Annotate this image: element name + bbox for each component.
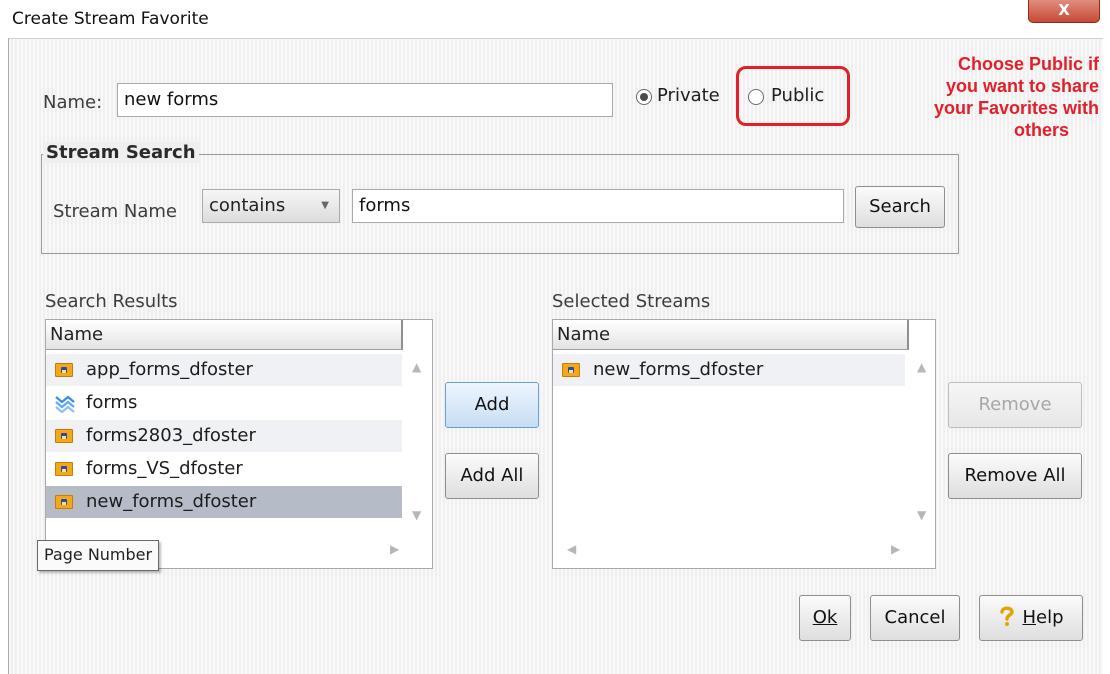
list-item-name: forms_VS_dfoster	[86, 458, 243, 479]
public-annotation: Choose Public if you want to share your …	[861, 53, 1099, 141]
operator-value: contains	[209, 195, 286, 216]
stream-search-input[interactable]: forms	[352, 189, 844, 223]
list-item[interactable]: app_forms_dfoster	[46, 354, 402, 386]
scroll-right-arrow[interactable]: ▶	[390, 542, 399, 556]
folder-user-icon	[55, 363, 73, 377]
list-item-name: app_forms_dfoster	[86, 359, 253, 380]
private-label[interactable]: Private	[657, 85, 720, 106]
list-item[interactable]: forms2803_dfoster	[46, 420, 402, 452]
selected-streams-label: Selected Streams	[552, 291, 711, 312]
folder-user-icon	[562, 363, 580, 377]
annotation-line: Choose Public if	[957, 54, 1099, 74]
ok-button[interactable]: Ok	[799, 595, 851, 641]
annotation-line: you want to share	[945, 76, 1099, 96]
list-item-selected[interactable]: new_forms_dfoster	[46, 486, 402, 518]
add-button[interactable]: Add	[445, 382, 539, 428]
folder-user-icon	[55, 495, 73, 509]
search-results-label: Search Results	[45, 291, 178, 312]
stream-search-title: Stream Search	[43, 142, 199, 163]
name-column-header[interactable]: Name	[46, 320, 403, 350]
list-item-name: new_forms_dfoster	[86, 491, 257, 512]
scroll-up-arrow[interactable]: ▲	[917, 360, 926, 374]
list-item[interactable]: forms	[46, 387, 402, 419]
question-mark-icon	[1000, 606, 1015, 626]
remove-button[interactable]: Remove	[948, 382, 1082, 428]
annotation-line: others	[1013, 120, 1069, 140]
list-item[interactable]: new_forms_dfoster	[553, 354, 905, 386]
ok-label: Ok	[812, 607, 838, 628]
list-item-name: forms2803_dfoster	[86, 425, 256, 446]
scroll-left-arrow[interactable]: ◀	[567, 542, 576, 556]
cancel-button[interactable]: Cancel	[870, 595, 960, 641]
page-number-tooltip: Page Number	[37, 540, 160, 571]
annotation-line: your Favorites with	[933, 98, 1099, 118]
private-radio[interactable]	[636, 89, 652, 105]
help-mnemonic: H	[1022, 607, 1037, 628]
scroll-down-arrow[interactable]: ▼	[412, 508, 421, 522]
help-button[interactable]: Help	[979, 595, 1083, 641]
operator-dropdown[interactable]: contains ▼	[202, 189, 340, 223]
public-highlight-box	[736, 66, 850, 126]
list-item-name: forms	[86, 392, 138, 413]
folder-user-icon	[55, 429, 73, 443]
stream-icon	[55, 395, 75, 413]
dialog-body: Name: new forms Private Public Choose Pu…	[8, 38, 1103, 674]
chevron-down-icon: ▼	[321, 200, 329, 211]
search-results-list[interactable]: Name app_forms_dfoster forms forms2803_d…	[45, 319, 433, 569]
list-item[interactable]: forms_VS_dfoster	[46, 453, 402, 485]
name-label: Name:	[43, 92, 103, 113]
selected-streams-list[interactable]: Name new_forms_dfoster ▲ ▼ ◀ ▶	[552, 319, 936, 569]
list-item-name: new_forms_dfoster	[593, 359, 764, 380]
close-button[interactable]: X	[1028, 0, 1100, 23]
add-all-button[interactable]: Add All	[445, 453, 539, 499]
help-label-rest: elp	[1036, 607, 1064, 628]
remove-all-button[interactable]: Remove All	[948, 453, 1082, 499]
window-title: Create Stream Favorite	[12, 9, 209, 29]
search-button[interactable]: Search	[855, 186, 945, 228]
folder-user-icon	[55, 462, 73, 476]
title-bar: Create Stream Favorite X	[0, 0, 1110, 38]
scroll-up-arrow[interactable]: ▲	[412, 360, 421, 374]
scroll-down-arrow[interactable]: ▼	[917, 508, 926, 522]
name-column-header[interactable]: Name	[553, 320, 909, 350]
name-field[interactable]: new forms	[117, 83, 613, 117]
scroll-right-arrow[interactable]: ▶	[891, 542, 900, 556]
stream-name-label: Stream Name	[53, 201, 177, 222]
